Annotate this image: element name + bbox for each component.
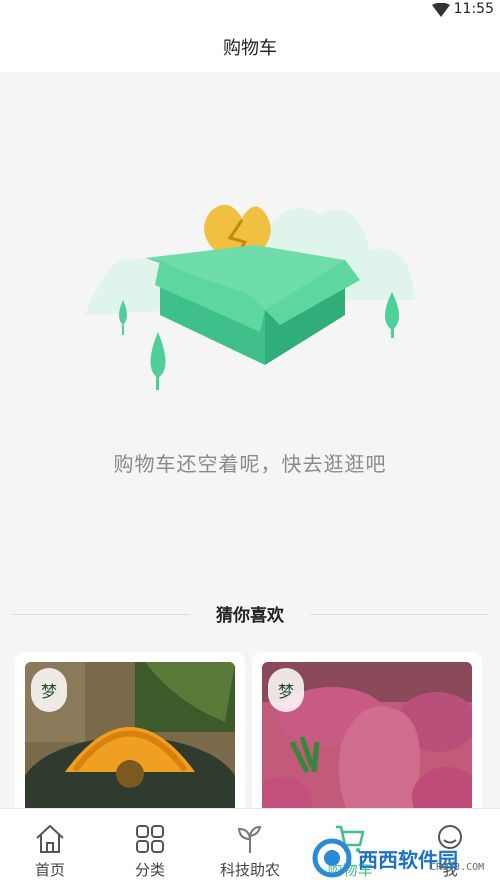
product-card[interactable]: 梦	[15, 652, 245, 822]
wifi-icon	[432, 3, 450, 17]
tab-label: 首页	[34, 861, 65, 879]
empty-cart-illustration	[85, 204, 415, 390]
recommend-section-header: 猜你喜欢	[12, 601, 488, 629]
tab-label: 分类	[134, 861, 165, 879]
sprout-icon	[237, 825, 262, 853]
tab-agri-tech[interactable]: 科技助农	[200, 809, 300, 889]
status-bar: 11:55	[0, 0, 500, 22]
watermark-site: CR173.COM	[430, 862, 485, 873]
tab-home[interactable]: 首页	[0, 809, 100, 889]
empty-cart-message: 购物车还空着呢，快去逛逛吧	[113, 452, 387, 476]
page-header: 购物车	[0, 22, 500, 72]
watermark: 西西软件园 CR173.COM	[312, 836, 485, 880]
tab-label: 科技助农	[219, 861, 280, 879]
product-card[interactable]: 梦	[252, 652, 482, 822]
brand-logo: 梦	[31, 668, 67, 712]
divider-line	[310, 614, 488, 615]
product-image-pumpkin[interactable]: 梦	[25, 662, 235, 822]
tab-category[interactable]: 分类	[100, 809, 200, 889]
watermark-logo-icon	[312, 838, 352, 878]
grid-icon	[136, 825, 164, 853]
status-time: 11:55	[453, 1, 494, 17]
page-title: 购物车	[223, 38, 277, 59]
home-icon	[36, 824, 64, 853]
brand-logo: 梦	[268, 668, 304, 712]
product-image-purple-sweet-potato[interactable]: 梦	[262, 662, 472, 822]
